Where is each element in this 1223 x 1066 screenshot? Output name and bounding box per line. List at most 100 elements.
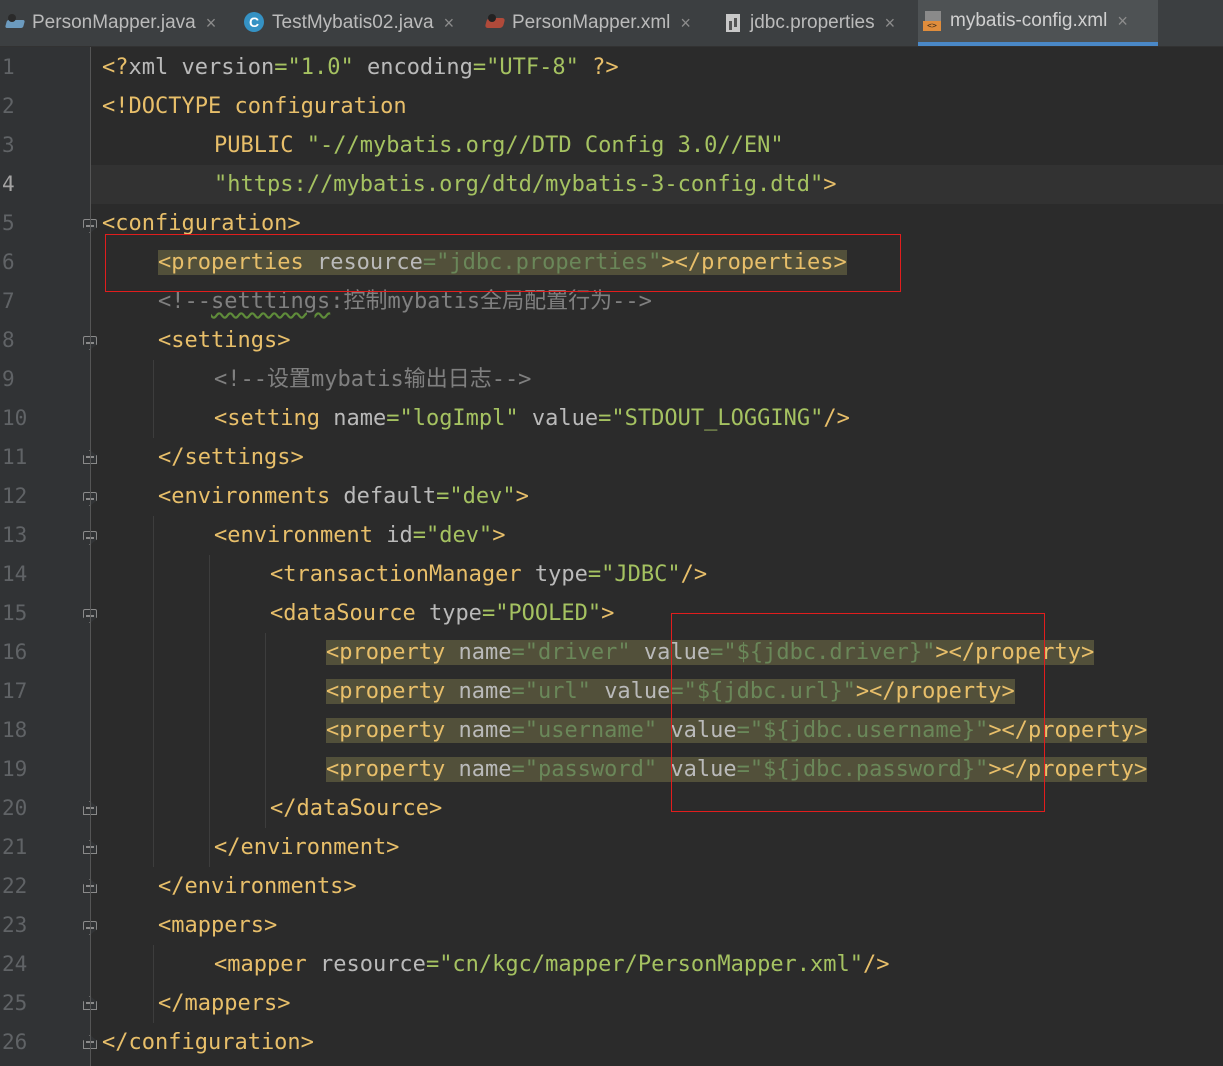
code-line-3: PUBLIC "-//mybatis.org//DTD Config 3.0//… <box>214 126 784 165</box>
xml-decl-open: <? <box>102 55 129 80</box>
line-number: 13 <box>2 523 28 547</box>
line-number: 1 <box>2 55 15 79</box>
attr-value: "POOLED" <box>495 601 602 626</box>
close-icon[interactable]: × <box>885 13 896 34</box>
line-number: 24 <box>2 952 28 976</box>
configuration-open-tag: <configuration> <box>102 211 301 236</box>
line-number: 15 <box>2 601 28 625</box>
equals: = <box>710 640 724 665</box>
doctype-public: PUBLIC <box>214 133 294 158</box>
code-line-15: <dataSource type="POOLED"> <box>270 594 614 633</box>
attr-value: "dev" <box>449 484 516 509</box>
tag-close: /> <box>680 562 708 587</box>
tab-label: mybatis-config.xml <box>950 10 1108 31</box>
close-icon[interactable]: × <box>206 13 217 34</box>
tab-personmapper-xml[interactable]: PersonMapper.xml × <box>480 0 699 46</box>
code-line-2: <!DOCTYPE configuration <box>102 87 407 126</box>
line-number: 8 <box>2 328 15 352</box>
editor-tab-bar: PersonMapper.java × TestMybatis02.java ×… <box>0 0 1223 47</box>
tag-close: ></property> <box>935 640 1095 665</box>
doctype: <!DOCTYPE configuration <box>102 94 407 119</box>
line-number-current: 4 <box>2 172 15 196</box>
setting-tag: <setting <box>214 406 320 431</box>
environment-close-tag: </environment> <box>214 835 400 860</box>
tab-testmybatis02-java[interactable]: TestMybatis02.java × <box>240 0 462 46</box>
comment-text: :控制mybatis全局配置行为--> <box>330 289 652 314</box>
attr-value: "logImpl" <box>399 406 519 431</box>
xml-decl-close: ?> <box>592 55 619 80</box>
indent-guide <box>209 555 210 867</box>
indent-guide <box>153 360 154 438</box>
mapper-tag: <mapper <box>214 952 307 977</box>
tab-mybatis-config-xml[interactable]: mybatis-config.xml × <box>918 0 1158 46</box>
property-tag: <property <box>326 640 446 665</box>
attr-value: "dev" <box>425 523 493 548</box>
indent-guide <box>265 633 266 828</box>
code-line-18: <property name="username" value="${jdbc.… <box>326 711 1148 750</box>
datasource-tag: <dataSource <box>270 601 416 626</box>
line-number: 12 <box>2 484 28 508</box>
indent-guide <box>153 945 154 1023</box>
attr-name: name <box>445 757 512 782</box>
line-number: 2 <box>2 94 15 118</box>
attr-name: name <box>445 718 512 743</box>
close-icon[interactable]: × <box>444 13 455 34</box>
tab-label: PersonMapper.xml <box>512 12 671 33</box>
attr-name: value <box>670 718 737 743</box>
attr-value: "${jdbc.url}" <box>683 679 856 704</box>
attr-name: name <box>319 406 387 431</box>
equals: = <box>386 406 400 431</box>
line-number: 23 <box>2 913 28 937</box>
equals: = <box>670 679 684 704</box>
attr-value: "${jdbc.driver}" <box>723 640 936 665</box>
line-number: 17 <box>2 679 28 703</box>
attr-value: "${jdbc.password}" <box>749 757 989 782</box>
property-tag: <property <box>326 757 446 782</box>
line-number-gutter[interactable]: 1 2 3 4 5 6 7 8 9 10 11 12 13 14 15 16 1… <box>0 47 97 1066</box>
property-tag: <property <box>326 679 446 704</box>
code-line-25: </mappers> <box>158 984 290 1023</box>
xml-decl-name: xml <box>128 55 169 80</box>
tab-personmapper-java[interactable]: PersonMapper.java × <box>0 0 224 46</box>
config-xml-icon <box>922 10 944 32</box>
environments-tag: <environments <box>158 484 331 509</box>
configuration-close-tag: </configuration> <box>102 1030 314 1055</box>
attr-name: version <box>181 55 275 80</box>
equals: = <box>511 718 525 743</box>
equals: = <box>736 718 750 743</box>
tag-close: ></property> <box>988 757 1148 782</box>
property-tag: <property <box>326 718 446 743</box>
tag-close: > <box>515 484 529 509</box>
tab-jdbc-properties[interactable]: jdbc.properties × <box>718 0 903 46</box>
attr-value: "${jdbc.username}" <box>749 718 989 743</box>
code-line-22: </environments> <box>158 867 357 906</box>
equals: = <box>736 757 750 782</box>
datasource-close-tag: </dataSource> <box>270 796 443 821</box>
indent-guide <box>153 516 154 867</box>
code-line-19: <property name="password" value="${jdbc.… <box>326 750 1148 789</box>
attr-name: resource <box>306 952 426 977</box>
attr-name: encoding <box>366 55 473 80</box>
environments-close-tag: </environments> <box>158 874 357 899</box>
line-number: 26 <box>2 1030 28 1054</box>
line-number: 25 <box>2 991 28 1015</box>
code-line-14: <transactionManager type="JDBC"/> <box>270 555 707 594</box>
attr-name: default <box>330 484 437 509</box>
tab-label: TestMybatis02.java <box>272 12 434 33</box>
mapper-xml-icon <box>484 12 506 34</box>
line-number: 19 <box>2 757 28 781</box>
test-class-icon <box>244 12 266 34</box>
line-number: 18 <box>2 718 28 742</box>
code-editor[interactable]: <?xml version="1.0" encoding="UTF-8" ?> … <box>91 47 1223 1066</box>
close-icon[interactable]: × <box>1117 11 1128 32</box>
equals: = <box>511 679 525 704</box>
line-number: 16 <box>2 640 28 664</box>
attr-name: name <box>445 640 512 665</box>
tab-label: PersonMapper.java <box>32 12 196 33</box>
close-icon[interactable]: × <box>680 13 691 34</box>
attr-value: "username" <box>524 718 658 743</box>
